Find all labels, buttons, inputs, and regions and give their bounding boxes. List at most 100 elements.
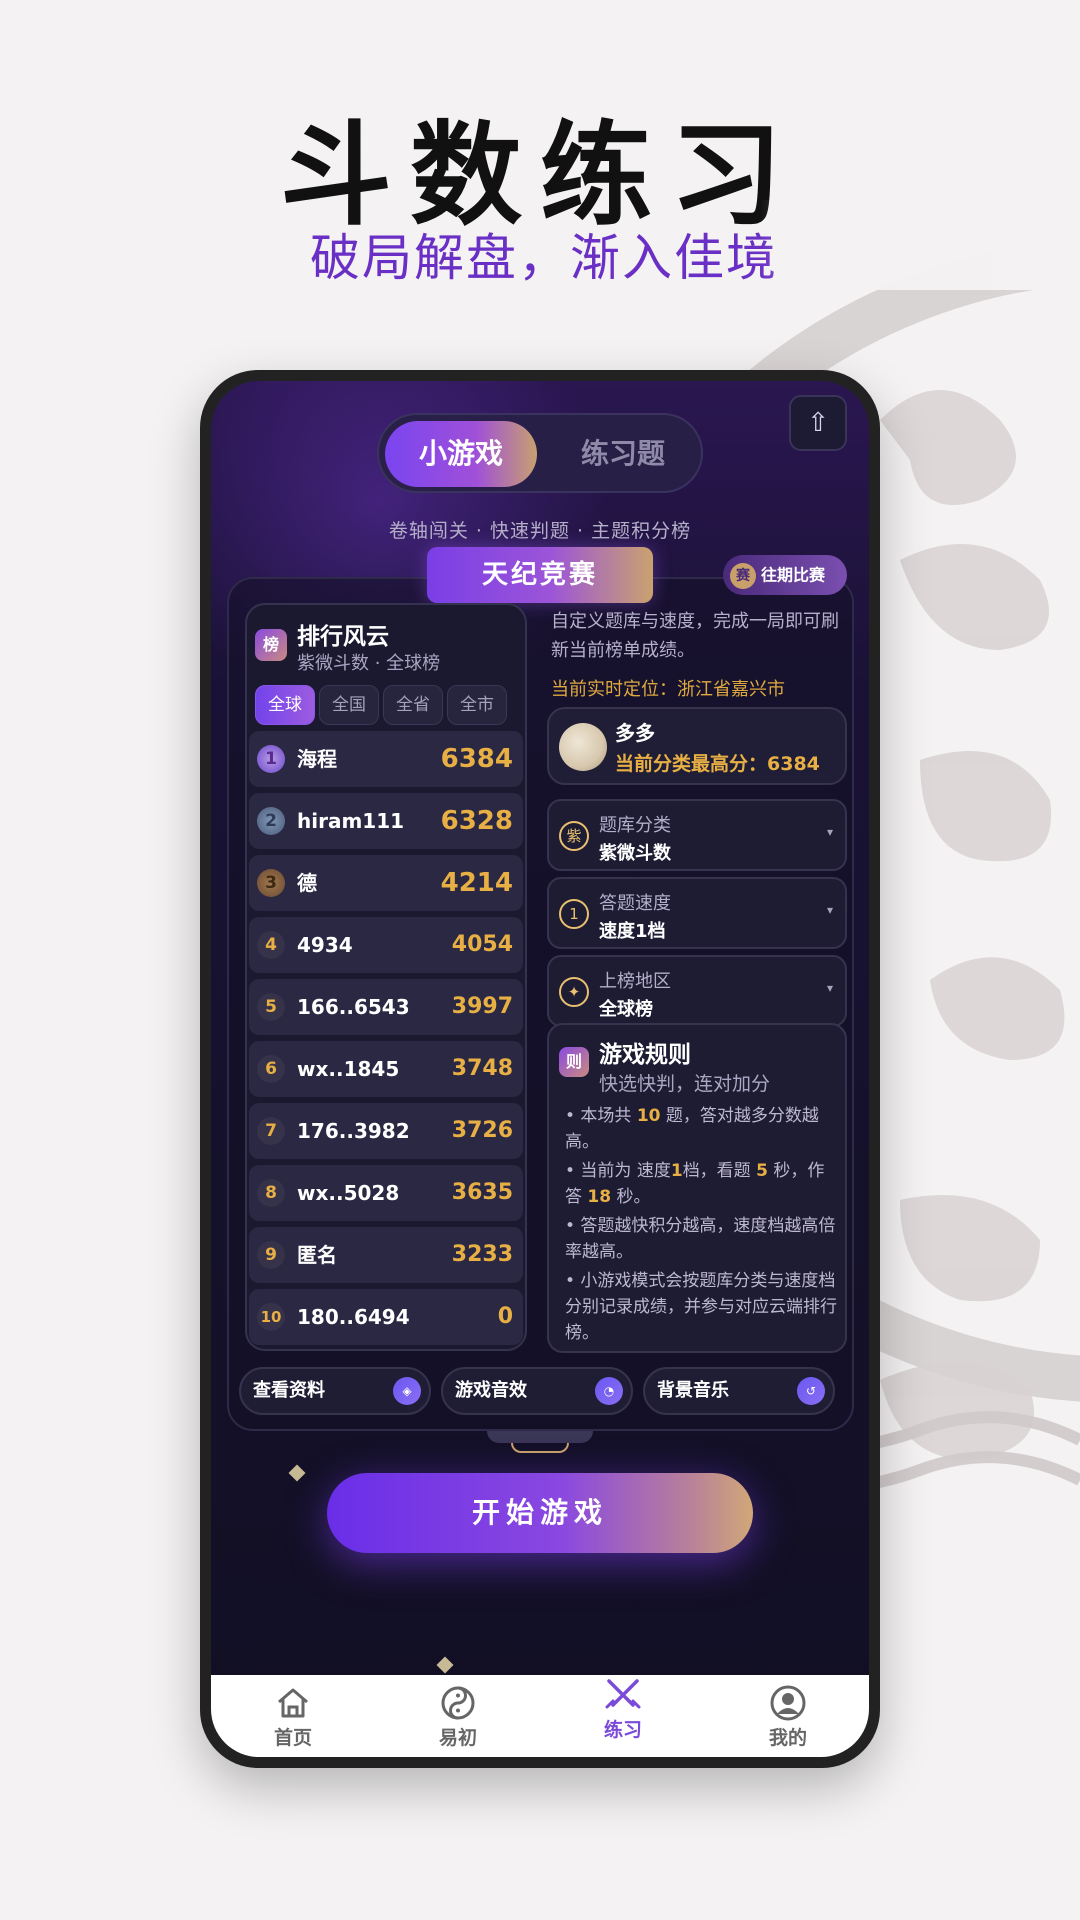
nav-item-home[interactable]: 首页 <box>243 1685 343 1750</box>
leaderboard-row[interactable]: 8 wx..5028 3635 <box>249 1165 523 1221</box>
player-name: 180..6494 <box>297 1305 410 1329</box>
player-name: 166..6543 <box>297 995 410 1019</box>
speed-select[interactable]: 1 答题速度 速度1档 ▾ <box>547 877 847 949</box>
nav-label: 易初 <box>438 1727 477 1749</box>
hero-subtitle-fade <box>760 200 1080 290</box>
rule-item: • 当前为 速度1档，看题 5 秒，作答 18 秒。 <box>565 1158 837 1210</box>
rule-item: • 本场共 10 题，答对越多分数越高。 <box>565 1103 837 1155</box>
category-icon: 紫 <box>559 821 589 851</box>
start-game-button[interactable]: 开始游戏 <box>327 1473 753 1553</box>
rule-number: 18 <box>587 1187 612 1207</box>
leaderboard-row[interactable]: 1 海程 6384 <box>249 731 523 787</box>
crossed-swords-icon <box>605 1679 641 1709</box>
rank-badge: 7 <box>257 1117 285 1145</box>
leaderboard-row[interactable]: 6 wx..1845 3748 <box>249 1041 523 1097</box>
scope-tab-national[interactable]: 全国 <box>319 685 379 725</box>
leaderboard-row[interactable]: 3 德 4214 <box>249 855 523 911</box>
select-label: 答题速度 <box>599 893 671 914</box>
rule-text: • 当前为 速度 <box>565 1161 671 1181</box>
rule-number: 1 <box>670 1161 683 1181</box>
sound-icon: ◔ <box>595 1377 623 1405</box>
tab-mini-game[interactable]: 小游戏 <box>385 421 537 487</box>
rank-badge: 5 <box>257 993 285 1021</box>
user-card[interactable]: 多多 当前分类最高分：6384 <box>547 707 847 785</box>
select-value: 全球榜 <box>599 999 653 1020</box>
chevron-down-icon: ▾ <box>826 825 833 839</box>
player-name: hiram111 <box>297 809 405 833</box>
leaderboard-row[interactable]: 9 匿名 3233 <box>249 1227 523 1283</box>
nav-label: 练习 <box>603 1719 642 1741</box>
rank-badge: 9 <box>257 1241 285 1269</box>
leaderboard-row[interactable]: 2 hiram111 6328 <box>249 793 523 849</box>
rule-item: • 答题越快积分越高，速度档越高倍率越高。 <box>565 1216 836 1262</box>
select-label: 题库分类 <box>599 815 671 836</box>
sparkle-decoration <box>436 1656 454 1674</box>
mode-tabs: 小游戏 练习题 <box>377 413 703 493</box>
rank-badge: 10 <box>257 1303 285 1331</box>
past-competitions-label: 往期比赛 <box>761 565 826 585</box>
share-button[interactable]: ⇧ <box>789 395 847 451</box>
scope-tabs: 全球 全国 全省 全市 <box>255 685 523 725</box>
leaderboard-row[interactable]: 4 4934 4054 <box>249 917 523 973</box>
select-value: 紫微斗数 <box>599 843 671 864</box>
rule-number: 5 <box>756 1161 768 1181</box>
past-competitions-button[interactable]: 赛往期比赛 <box>723 555 847 595</box>
rules-list: • 本场共 10 题，答对越多分数越高。 • 当前为 速度1档，看题 5 秒，作… <box>565 1103 837 1349</box>
tab-practice[interactable]: 练习题 <box>549 421 697 487</box>
yin-yang-icon <box>441 1686 475 1720</box>
scope-tab-global[interactable]: 全球 <box>255 685 315 725</box>
leaderboard-subtitle: 紫微斗数 · 全球榜 <box>297 653 441 674</box>
chevron-down-icon: ▾ <box>826 903 833 917</box>
share-icon: ⇧ <box>807 408 829 438</box>
leaderboard-row[interactable]: 5 166..6543 3997 <box>249 979 523 1035</box>
rank-badge: 6 <box>257 1055 285 1083</box>
toggle-label: 查看资料 <box>253 1380 325 1401</box>
category-select[interactable]: 紫 题库分类 紫微斗数 ▾ <box>547 799 847 871</box>
player-score: 3997 <box>451 994 513 1019</box>
panel-handle <box>487 1431 593 1443</box>
select-label: 上榜地区 <box>599 971 671 992</box>
scope-tab-province[interactable]: 全省 <box>383 685 443 725</box>
location-text: 当前实时定位：浙江省嘉兴市 <box>551 679 785 700</box>
nav-item-yichu[interactable]: 易初 <box>408 1685 508 1750</box>
nav-item-practice[interactable]: 练习 <box>573 1677 673 1742</box>
rules-icon: 则 <box>559 1047 589 1077</box>
player-score: 6328 <box>440 806 513 836</box>
home-icon <box>278 1688 308 1718</box>
nav-label: 首页 <box>273 1727 312 1749</box>
bottom-nav: 首页 易初 练习 我的 <box>211 1675 869 1757</box>
user-name: 多多 <box>615 721 655 745</box>
player-name: 176..3982 <box>297 1119 410 1143</box>
rank-badge: 1 <box>257 745 285 773</box>
background-music-toggle[interactable]: 背景音乐 ↺ <box>643 1367 835 1415</box>
leaderboard-row[interactable]: 10 180..6494 0 <box>249 1289 523 1345</box>
hero-subtitle: 破局解盘，渐入佳境 <box>310 229 778 287</box>
leaderboard-row[interactable]: 7 176..3982 3726 <box>249 1103 523 1159</box>
rules-title: 游戏规则 <box>599 1042 691 1068</box>
competition-banner: 天纪竞赛 <box>427 547 653 603</box>
game-rules-card: 则 游戏规则 快选快判，连对加分 • 本场共 10 题，答对越多分数越高。 • … <box>547 1023 847 1353</box>
panel-handle-ornament <box>511 1443 569 1453</box>
chevron-down-icon: ▾ <box>826 981 833 995</box>
nav-item-mine[interactable]: 我的 <box>738 1685 838 1750</box>
scope-tab-city[interactable]: 全市 <box>447 685 507 725</box>
features-line: 卷轴闯关 · 快速判题 · 主题积分榜 <box>388 520 692 542</box>
sparkle-decoration <box>288 1464 306 1482</box>
phone-frame: 小游戏 练习题 ⇧ 卷轴闯关 · 快速判题 · 主题积分榜 天纪竞赛 赛往期比赛… <box>200 370 880 1768</box>
sound-effects-toggle[interactable]: 游戏音效 ◔ <box>441 1367 633 1415</box>
nav-label: 我的 <box>768 1727 807 1749</box>
rank-badge: 4 <box>257 931 285 959</box>
rule-text: • 本场共 <box>565 1106 637 1126</box>
leaderboard-title: 排行风云 <box>297 624 389 650</box>
player-name: wx..1845 <box>297 1057 400 1081</box>
player-score: 4214 <box>440 868 513 898</box>
player-name: 4934 <box>297 933 353 957</box>
competition-badge-icon: 赛 <box>730 562 756 589</box>
region-select[interactable]: ✦ 上榜地区 全球榜 ▾ <box>547 955 847 1027</box>
toggle-label: 游戏音效 <box>455 1380 527 1401</box>
player-score: 3233 <box>451 1242 513 1267</box>
view-info-toggle[interactable]: 查看资料 ◈ <box>239 1367 431 1415</box>
music-icon: ↺ <box>797 1377 825 1405</box>
leaderboard: 榜 排行风云 紫微斗数 · 全球榜 全球 全国 全省 全市 1 海程 6 3 8 4 … <box>245 603 527 1351</box>
info-icon: ◈ <box>393 1377 421 1405</box>
